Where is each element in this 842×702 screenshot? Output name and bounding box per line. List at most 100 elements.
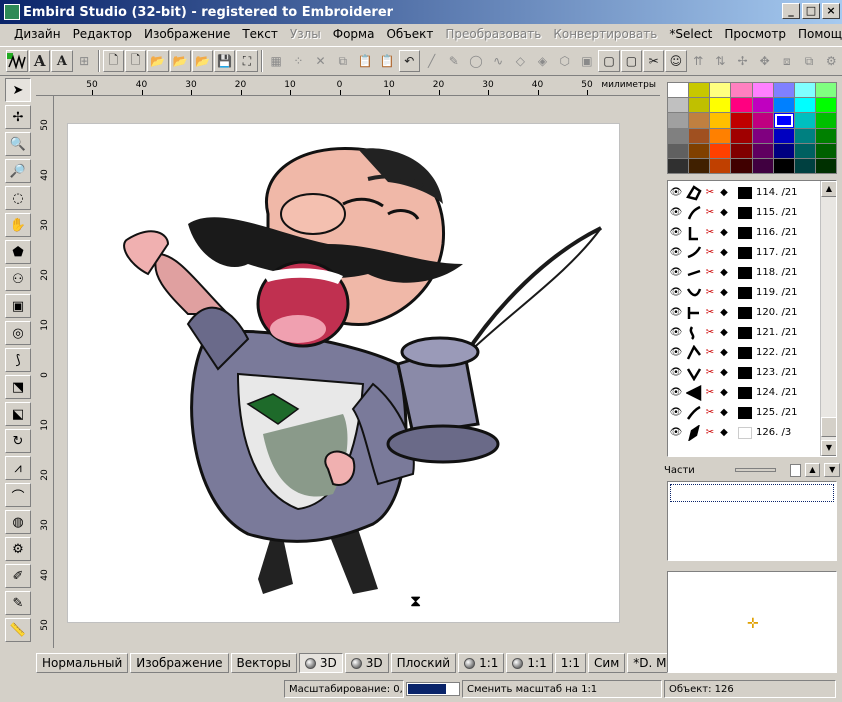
eye-icon[interactable]: 👁 (668, 267, 684, 278)
palette-swatch[interactable] (668, 83, 689, 98)
node-move-icon[interactable]: ✥ (754, 50, 775, 72)
palette-swatch[interactable] (731, 83, 752, 98)
menu-item-6[interactable]: Объект (380, 27, 439, 41)
menu-item-5[interactable]: Форма (327, 27, 381, 41)
palette-swatch[interactable] (815, 98, 836, 113)
palette-swatch[interactable] (689, 158, 710, 173)
object-list[interactable]: ▲ ▼ 👁 ✂ ◆ 114. /21 👁 ✂ ◆ 115. /21 👁 ✂ ◆ 116. /21 👁 ✂ ◆… (667, 180, 837, 457)
settings-icon[interactable]: ⚙ (821, 50, 842, 72)
palette-swatch[interactable] (773, 143, 794, 158)
palette-swatch[interactable] (731, 143, 752, 158)
object-color-swatch[interactable] (738, 346, 752, 359)
palette-swatch[interactable] (815, 158, 836, 173)
object-row[interactable]: 👁 ✂ ◆ 121. /21 (668, 323, 820, 342)
view-tab-9[interactable]: Сим (588, 653, 626, 673)
parts-list[interactable] (667, 481, 837, 561)
object-row[interactable]: 👁 ✂ ◆ 123. /21 (668, 363, 820, 382)
menu-item-7[interactable]: Преобразовать (439, 27, 547, 41)
palette-swatch[interactable] (773, 158, 794, 173)
object-color-swatch[interactable] (738, 186, 752, 199)
palette-swatch[interactable] (752, 158, 773, 173)
needle-icon[interactable]: ✐ (5, 564, 31, 588)
scissors-icon[interactable]: ✂ (704, 387, 716, 398)
object-list-scrollbar[interactable]: ▲ ▼ (820, 181, 836, 456)
area-icon[interactable]: ⬕ (5, 402, 31, 426)
eye-icon[interactable]: 👁 (668, 187, 684, 198)
object-color-swatch[interactable] (738, 386, 752, 399)
palette-swatch[interactable] (773, 113, 794, 128)
new-file-icon[interactable]: 🗋 (102, 50, 124, 72)
save-icon[interactable]: 💾 (214, 50, 236, 72)
object-color-swatch[interactable] (738, 266, 752, 279)
eraser-icon[interactable]: ◆ (716, 367, 732, 378)
eraser-icon[interactable]: ◆ (716, 287, 732, 298)
eye-icon[interactable]: 👁 (668, 287, 684, 298)
eraser-icon[interactable]: ◆ (716, 407, 732, 418)
palette-swatch[interactable] (773, 98, 794, 113)
node-edit-icon[interactable]: ✢ (5, 105, 31, 129)
hand-icon[interactable]: ✋ (5, 213, 31, 237)
palette-swatch[interactable] (794, 83, 815, 98)
scissors-icon[interactable]: ✂ (704, 427, 716, 438)
photo-icon[interactable]: ▣ (5, 294, 31, 318)
lasso-icon[interactable]: ◌ (5, 186, 31, 210)
frame-icon[interactable]: ▢ (598, 50, 620, 72)
palette-swatch[interactable] (668, 98, 689, 113)
scroll-down-button[interactable]: ▼ (821, 440, 836, 456)
face-tool-icon[interactable]: ☺ (665, 50, 687, 72)
object-color-swatch[interactable] (738, 286, 752, 299)
scissors-icon[interactable]: ✂ (704, 307, 716, 318)
palette-swatch[interactable] (689, 143, 710, 158)
ellipse-tool-icon[interactable]: ◯ (465, 50, 486, 72)
shape-2-tool-icon[interactable]: ◈ (532, 50, 553, 72)
palette-swatch[interactable] (752, 128, 773, 143)
palette-swatch[interactable] (794, 158, 815, 173)
eye-icon[interactable]: 👁 (668, 307, 684, 318)
transform-icon[interactable]: ⬡ (554, 50, 575, 72)
rotate-icon[interactable]: ↻ (5, 429, 31, 453)
palette-swatch[interactable] (773, 83, 794, 98)
palette-swatch[interactable] (710, 98, 731, 113)
eraser-icon[interactable]: ◆ (716, 187, 732, 198)
object-row[interactable]: 👁 ✂ ◆ 122. /21 (668, 343, 820, 362)
object-row[interactable]: 👁 ✂ ◆ 118. /21 (668, 263, 820, 282)
palette-swatch[interactable] (689, 83, 710, 98)
palette-swatch[interactable] (668, 113, 689, 128)
design-preview[interactable]: ✛ (667, 571, 837, 673)
new-design-icon[interactable]: 🗋 (124, 50, 147, 72)
curve-icon[interactable]: ⌒ (5, 483, 31, 507)
open-folder-2-icon[interactable]: 📂 (169, 50, 191, 72)
palette-swatch[interactable] (794, 113, 815, 128)
palette-swatch[interactable] (752, 98, 773, 113)
stamp-icon[interactable]: ⚇ (5, 267, 31, 291)
scissors-icon[interactable]: ✂ (704, 327, 716, 338)
object-row[interactable]: 👁 ✂ ◆ 116. /21 (668, 223, 820, 242)
text-tool-icon[interactable]: A (29, 50, 51, 72)
scissors-icon[interactable]: ✂ (704, 187, 716, 198)
menu-item-11[interactable]: Помощь (792, 27, 842, 41)
scissors-tool-icon[interactable]: ✂ (643, 50, 665, 72)
palette-swatch[interactable] (752, 113, 773, 128)
open-folder-icon[interactable]: 📂 (147, 50, 169, 72)
eraser-icon[interactable]: ◆ (716, 207, 732, 218)
align-icon[interactable]: ⇈ (688, 50, 709, 72)
palette-swatch[interactable] (752, 83, 773, 98)
parts-slider[interactable] (734, 468, 777, 472)
undo-icon[interactable]: ↶ (398, 50, 420, 72)
view-tab-6[interactable]: 1:1 (458, 653, 505, 673)
palette-swatch[interactable] (731, 128, 752, 143)
palette-swatch[interactable] (668, 143, 689, 158)
shape-tool-icon[interactable]: ◇ (510, 50, 531, 72)
view-tab-3[interactable]: 3D (298, 653, 343, 673)
cog-tool-icon[interactable]: ⚙ (5, 537, 31, 561)
menu-item-1[interactable]: Редактор (67, 27, 138, 41)
stitch-wizard-icon[interactable] (6, 50, 28, 72)
menu-item-3[interactable]: Текст (236, 27, 284, 41)
eraser-icon[interactable]: ◆ (716, 347, 732, 358)
satin-icon[interactable]: ⟆ (5, 348, 31, 372)
palette-swatch[interactable] (794, 128, 815, 143)
arrow-pointer-icon[interactable]: ➤ (5, 78, 31, 102)
eye-icon[interactable]: 👁 (668, 387, 684, 398)
spiral-icon[interactable]: ◍ (5, 510, 31, 534)
select-box-icon[interactable]: ⛶ (236, 50, 258, 72)
